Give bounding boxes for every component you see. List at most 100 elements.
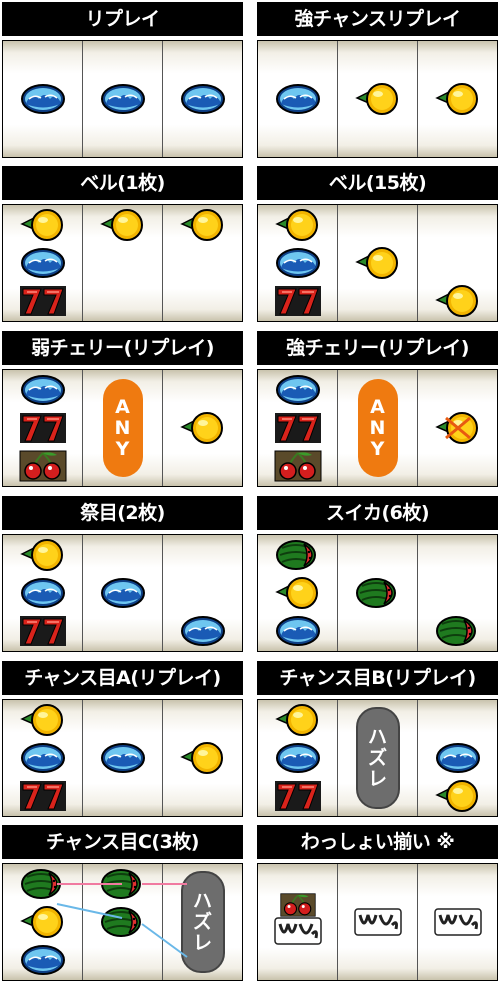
any-badge: A N Y (357, 379, 398, 477)
any-letter: A (370, 395, 385, 418)
cherry-icon (274, 449, 322, 483)
hazure-letter: ハ (192, 889, 212, 912)
reel-center (338, 205, 418, 321)
panel-strong-chance-replay: 強チャンスリプレイ (257, 2, 498, 158)
reel-right (418, 535, 497, 651)
bell-icon (274, 576, 322, 610)
bell-icon (274, 208, 322, 242)
bell-icon (179, 208, 227, 242)
panel-title: わっしょい揃い ※ (257, 825, 498, 859)
panel-title: チャンス目C(3枚) (2, 825, 243, 859)
seven-icon (19, 411, 67, 445)
seven-icon (274, 411, 322, 445)
reel-window (2, 40, 243, 158)
reel-center (83, 700, 163, 816)
panel-replay: リプレイ (2, 2, 243, 158)
replay-icon (434, 741, 482, 775)
reel-window (257, 863, 498, 981)
reel-left (3, 535, 83, 651)
cherry-icon (19, 449, 67, 483)
any-letter: Y (370, 437, 385, 460)
any-badge: A N Y (102, 379, 143, 477)
bell-icon (179, 411, 227, 445)
any-letter: N (369, 416, 386, 439)
hazure-letter: ズ (192, 910, 212, 933)
bell-icon (99, 208, 147, 242)
any-letter: N (114, 416, 131, 439)
watermelon-icon (99, 905, 147, 939)
panel-title: 祭目(2枚) (2, 496, 243, 530)
panel-title: ベル(15枚) (257, 166, 498, 200)
reel-window (2, 699, 243, 817)
replay-icon (19, 741, 67, 775)
hazure-badge: ハ ズ レ (180, 871, 225, 973)
wasshoi-logo-icon (434, 905, 482, 939)
panel-watermelon: スイカ(6枚) (257, 496, 498, 652)
reel-left (258, 370, 338, 486)
seven-icon (274, 779, 322, 813)
bell-icon (434, 779, 482, 813)
replay-icon (19, 373, 67, 407)
watermelon-icon (99, 867, 147, 901)
reel-window: A N Y (257, 369, 498, 487)
seven-icon (274, 284, 322, 318)
panel-title: 強チェリー(リプレイ) (257, 331, 498, 365)
reel-left (258, 41, 338, 157)
reel-right (418, 700, 497, 816)
watermelon-icon (274, 538, 322, 572)
reel-window (257, 204, 498, 322)
replay-icon (19, 576, 67, 610)
reel-window (257, 534, 498, 652)
reel-center: ハ ズ レ (338, 700, 418, 816)
replay-icon (179, 82, 227, 116)
bell-icon (354, 246, 402, 280)
reel-window: ハ ズ レ (2, 863, 243, 981)
reel-right (163, 205, 242, 321)
seven-icon (19, 284, 67, 318)
panel-weak-cherry: 弱チェリー(リプレイ) A N Y (2, 331, 243, 487)
bell-icon (274, 703, 322, 737)
bell-icon (434, 284, 482, 318)
replay-icon (274, 246, 322, 280)
replay-icon (274, 373, 322, 407)
hazure-badge: ハ ズ レ (355, 707, 400, 809)
bell-icon (434, 82, 482, 116)
seven-icon (19, 779, 67, 813)
cross-mark-icon (444, 416, 471, 440)
reel-center (83, 41, 163, 157)
watermelon-icon (19, 867, 67, 901)
bell-icon (19, 703, 67, 737)
reel-center (338, 41, 418, 157)
reel-left (3, 864, 83, 980)
panel-title: チャンス目A(リプレイ) (2, 661, 243, 695)
panel-chance-me-b: チャンス目B(リプレイ) ハ ズ レ (257, 661, 498, 817)
reel-center (338, 535, 418, 651)
hazure-letter: レ (192, 931, 212, 954)
reel-left (3, 205, 83, 321)
reel-window: ハ ズ レ (257, 699, 498, 817)
reel-window (2, 204, 243, 322)
reel-right (418, 864, 497, 980)
any-letter: Y (115, 437, 130, 460)
reel-window (2, 534, 243, 652)
reel-left (258, 205, 338, 321)
reel-center: A N Y (83, 370, 163, 486)
reel-left (258, 535, 338, 651)
reel-left (258, 864, 338, 980)
replay-icon (179, 614, 227, 648)
reel-right (163, 41, 242, 157)
reel-center (83, 864, 163, 980)
replay-icon (19, 246, 67, 280)
reel-right (163, 535, 242, 651)
panel-wasshoi: わっしょい揃い ※ (257, 825, 498, 981)
watermelon-icon (434, 614, 482, 648)
reel-left (3, 370, 83, 486)
reel-window: A N Y (2, 369, 243, 487)
replay-icon (99, 741, 147, 775)
reel-left (258, 700, 338, 816)
replay-icon (274, 82, 322, 116)
panel-chance-me-c: チャンス目C(3枚) ハ ズ レ (2, 825, 243, 981)
replay-icon (274, 741, 322, 775)
bell-icon (19, 208, 67, 242)
panel-title: ベル(1枚) (2, 166, 243, 200)
